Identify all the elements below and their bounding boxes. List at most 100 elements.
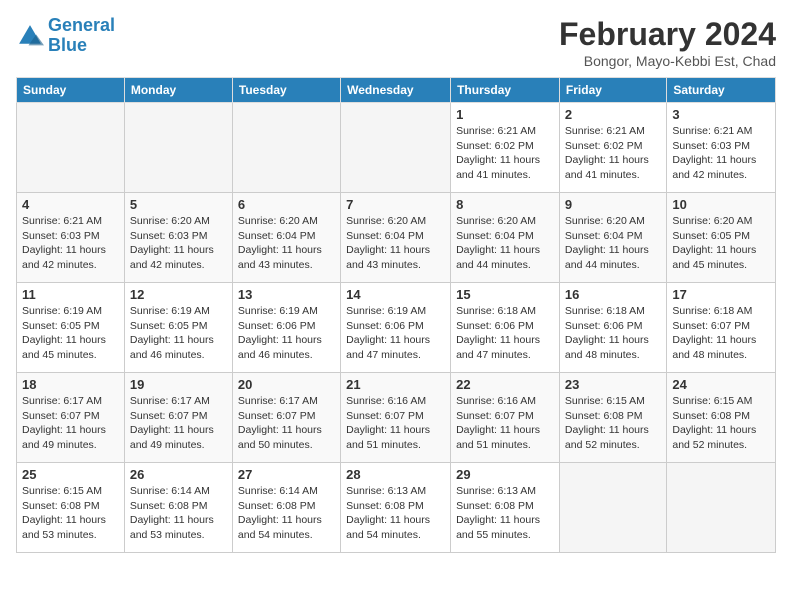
day-number: 10 [672,197,770,212]
day-info: Sunrise: 6:18 AM Sunset: 6:06 PM Dayligh… [456,304,554,363]
day-number: 1 [456,107,554,122]
calendar-week-3: 11 Sunrise: 6:19 AM Sunset: 6:05 PM Dayli… [17,283,776,373]
logo: General Blue [16,16,115,56]
logo-line2: Blue [48,35,87,55]
day-number: 2 [565,107,661,122]
day-number: 9 [565,197,661,212]
calendar-cell: 8Sunrise: 6:20 AM Sunset: 6:04 PM Daylig… [451,193,560,283]
calendar-cell [341,103,451,193]
calendar-week-4: 18 Sunrise: 6:17 AM Sunset: 6:07 PM Dayli… [17,373,776,463]
header-friday: Friday [559,78,666,103]
day-number: 16 [565,287,661,302]
day-number: 15 [456,287,554,302]
calendar-cell: 12Sunrise: 6:19 AM Sunset: 6:05 PM Dayli… [124,283,232,373]
day-info: Sunrise: 6:15 AM Sunset: 6:08 PM Dayligh… [672,394,770,453]
day-number: 13 [238,287,335,302]
calendar-cell: 27Sunrise: 6:14 AM Sunset: 6:08 PM Dayli… [232,463,340,553]
day-info: Sunrise: 6:16 AM Sunset: 6:07 PM Dayligh… [346,394,445,453]
day-info: Sunrise: 6:19 AM Sunset: 6:05 PM Dayligh… [22,304,119,363]
calendar-cell: 20Sunrise: 6:17 AM Sunset: 6:07 PM Dayli… [232,373,340,463]
day-number: 28 [346,467,445,482]
calendar-cell: 19Sunrise: 6:17 AM Sunset: 6:07 PM Dayli… [124,373,232,463]
calendar-header: Sunday Monday Tuesday Wednesday Thursday… [17,78,776,103]
day-number: 27 [238,467,335,482]
calendar-cell: 5 Sunrise: 6:20 AM Sunset: 6:03 PM Daylig… [124,193,232,283]
calendar-cell: 29Sunrise: 6:13 AM Sunset: 6:08 PM Dayli… [451,463,560,553]
day-info: Sunrise: 6:13 AM Sunset: 6:08 PM Dayligh… [456,484,554,543]
calendar-cell [232,103,340,193]
day-number: 18 [22,377,119,392]
calendar-cell: 1 Sunrise: 6:21 AM Sunset: 6:02 PM Daylig… [451,103,560,193]
day-number: 23 [565,377,661,392]
calendar-cell [124,103,232,193]
calendar-table: Sunday Monday Tuesday Wednesday Thursday… [16,77,776,553]
header-sunday: Sunday [17,78,125,103]
day-number: 7 [346,197,445,212]
day-info: Sunrise: 6:13 AM Sunset: 6:08 PM Dayligh… [346,484,445,543]
calendar-cell [667,463,776,553]
calendar-cell: 2 Sunrise: 6:21 AM Sunset: 6:02 PM Daylig… [559,103,666,193]
header-thursday: Thursday [451,78,560,103]
calendar-cell: 28 Sunrise: 6:13 AM Sunset: 6:08 PM Dayli… [341,463,451,553]
page-subtitle: Bongor, Mayo-Kebbi Est, Chad [559,53,776,69]
calendar-cell: 11 Sunrise: 6:19 AM Sunset: 6:05 PM Dayli… [17,283,125,373]
header-row: Sunday Monday Tuesday Wednesday Thursday… [17,78,776,103]
title-section: February 2024 Bongor, Mayo-Kebbi Est, Ch… [559,16,776,69]
calendar-cell: 17 Sunrise: 6:18 AM Sunset: 6:07 PM Dayli… [667,283,776,373]
day-number: 19 [130,377,227,392]
header-wednesday: Wednesday [341,78,451,103]
calendar-cell: 22Sunrise: 6:16 AM Sunset: 6:07 PM Dayli… [451,373,560,463]
day-number: 3 [672,107,770,122]
calendar-cell: 16 Sunrise: 6:18 AM Sunset: 6:06 PM Dayli… [559,283,666,373]
day-number: 14 [346,287,445,302]
page-header: General Blue February 2024 Bongor, Mayo-… [16,16,776,69]
day-info: Sunrise: 6:20 AM Sunset: 6:04 PM Dayligh… [456,214,554,273]
day-info: Sunrise: 6:15 AM Sunset: 6:08 PM Dayligh… [565,394,661,453]
day-info: Sunrise: 6:18 AM Sunset: 6:07 PM Dayligh… [672,304,770,363]
day-info: Sunrise: 6:15 AM Sunset: 6:08 PM Dayligh… [22,484,119,543]
calendar-week-5: 25 Sunrise: 6:15 AM Sunset: 6:08 PM Dayli… [17,463,776,553]
calendar-cell [559,463,666,553]
calendar-week-2: 4Sunrise: 6:21 AM Sunset: 6:03 PM Daylig… [17,193,776,283]
day-info: Sunrise: 6:19 AM Sunset: 6:05 PM Dayligh… [130,304,227,363]
day-info: Sunrise: 6:21 AM Sunset: 6:02 PM Dayligh… [565,124,661,183]
logo-line1: General [48,15,115,35]
calendar-cell: 4Sunrise: 6:21 AM Sunset: 6:03 PM Daylig… [17,193,125,283]
day-info: Sunrise: 6:20 AM Sunset: 6:05 PM Dayligh… [672,214,770,273]
day-info: Sunrise: 6:17 AM Sunset: 6:07 PM Dayligh… [238,394,335,453]
calendar-body: 1 Sunrise: 6:21 AM Sunset: 6:02 PM Daylig… [17,103,776,553]
day-number: 24 [672,377,770,392]
day-number: 21 [346,377,445,392]
day-number: 25 [22,467,119,482]
day-number: 6 [238,197,335,212]
header-tuesday: Tuesday [232,78,340,103]
day-info: Sunrise: 6:21 AM Sunset: 6:03 PM Dayligh… [672,124,770,183]
day-info: Sunrise: 6:21 AM Sunset: 6:02 PM Dayligh… [456,124,554,183]
header-monday: Monday [124,78,232,103]
logo-icon [16,22,44,50]
calendar-cell: 23 Sunrise: 6:15 AM Sunset: 6:08 PM Dayli… [559,373,666,463]
day-number: 26 [130,467,227,482]
day-info: Sunrise: 6:17 AM Sunset: 6:07 PM Dayligh… [22,394,119,453]
calendar-cell: 13 Sunrise: 6:19 AM Sunset: 6:06 PM Dayli… [232,283,340,373]
day-info: Sunrise: 6:19 AM Sunset: 6:06 PM Dayligh… [346,304,445,363]
calendar-cell: 24 Sunrise: 6:15 AM Sunset: 6:08 PM Dayli… [667,373,776,463]
calendar-cell: 26Sunrise: 6:14 AM Sunset: 6:08 PM Dayli… [124,463,232,553]
calendar-cell: 15 Sunrise: 6:18 AM Sunset: 6:06 PM Dayli… [451,283,560,373]
day-info: Sunrise: 6:19 AM Sunset: 6:06 PM Dayligh… [238,304,335,363]
calendar-week-1: 1 Sunrise: 6:21 AM Sunset: 6:02 PM Daylig… [17,103,776,193]
calendar-cell: 21 Sunrise: 6:16 AM Sunset: 6:07 PM Dayli… [341,373,451,463]
day-number: 22 [456,377,554,392]
day-number: 5 [130,197,227,212]
day-number: 4 [22,197,119,212]
day-info: Sunrise: 6:20 AM Sunset: 6:03 PM Dayligh… [130,214,227,273]
day-number: 17 [672,287,770,302]
calendar-cell: 7Sunrise: 6:20 AM Sunset: 6:04 PM Daylig… [341,193,451,283]
header-saturday: Saturday [667,78,776,103]
day-info: Sunrise: 6:18 AM Sunset: 6:06 PM Dayligh… [565,304,661,363]
day-number: 11 [22,287,119,302]
page-title: February 2024 [559,16,776,53]
calendar-cell [17,103,125,193]
calendar-cell: 10 Sunrise: 6:20 AM Sunset: 6:05 PM Dayli… [667,193,776,283]
calendar-cell: 18 Sunrise: 6:17 AM Sunset: 6:07 PM Dayli… [17,373,125,463]
